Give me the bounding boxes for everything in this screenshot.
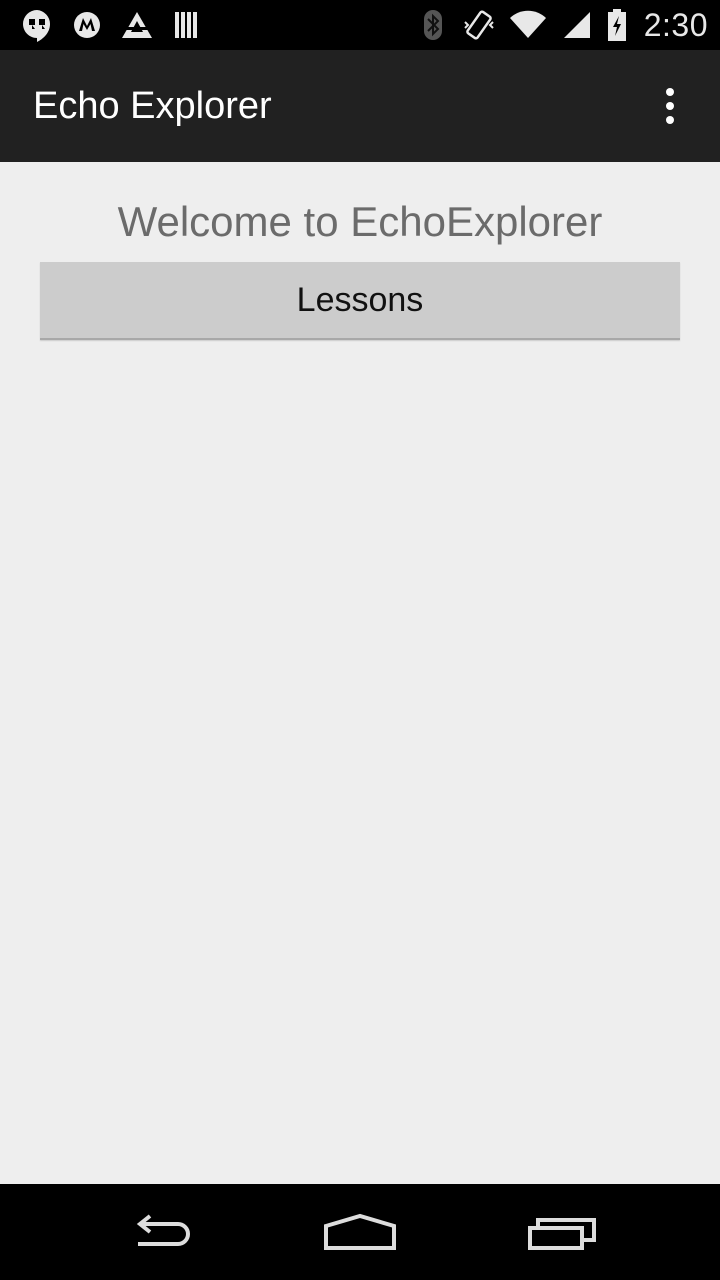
barcode-icon bbox=[170, 8, 204, 42]
signal-icon bbox=[560, 8, 594, 42]
home-icon[interactable] bbox=[320, 1202, 400, 1262]
recents-icon[interactable] bbox=[522, 1202, 602, 1262]
battery-charging-icon bbox=[606, 8, 628, 42]
overflow-menu-icon[interactable] bbox=[642, 82, 698, 130]
triangle-logo-icon bbox=[120, 8, 154, 42]
status-clock: 2:30 bbox=[643, 6, 708, 43]
hangouts-icon bbox=[20, 8, 54, 42]
overflow-dot bbox=[666, 102, 674, 110]
back-icon[interactable] bbox=[120, 1202, 200, 1262]
welcome-text: Welcome to EchoExplorer bbox=[117, 198, 603, 245]
vibrate-icon bbox=[462, 8, 496, 42]
motorola-icon bbox=[70, 8, 104, 42]
overflow-dot bbox=[666, 116, 674, 124]
system-status-icons: 2:30 bbox=[416, 6, 708, 44]
bluetooth-icon bbox=[416, 8, 450, 42]
status-bar: 2:30 bbox=[0, 0, 720, 50]
notification-icons bbox=[20, 8, 204, 42]
navigation-bar bbox=[0, 1184, 720, 1280]
wifi-icon bbox=[508, 8, 548, 42]
lessons-button[interactable]: Lessons bbox=[40, 262, 680, 340]
app-title: Echo Explorer bbox=[33, 85, 272, 127]
overflow-dot bbox=[666, 88, 674, 96]
main-content: Welcome to EchoExplorer Lessons bbox=[0, 162, 720, 1184]
action-bar: Echo Explorer bbox=[0, 50, 720, 162]
